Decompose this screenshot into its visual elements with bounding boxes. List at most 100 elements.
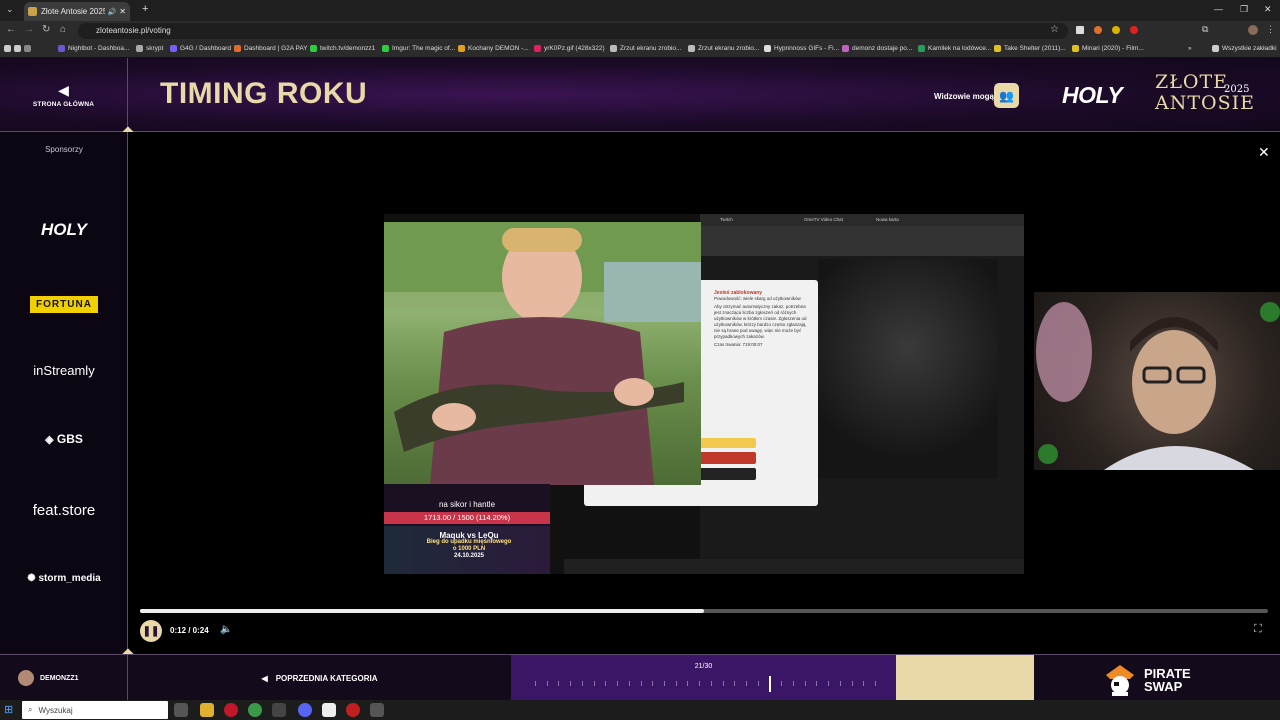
maximize-icon[interactable]: ❐ [1240,4,1248,15]
bookmark-item[interactable]: Take Shelter (2011)... [994,45,1066,52]
category-tick[interactable] [535,681,536,686]
category-tick[interactable] [594,681,595,686]
video-player[interactable]: ✕ Twitch OmeTV Video Chat Nowa karta Jes… [128,132,1280,654]
user-profile[interactable]: DEMONZZ1 [0,655,128,701]
sponsor-stormmedia[interactable]: ✺ storm_media [0,573,128,584]
category-tick[interactable] [723,681,724,686]
category-tick[interactable] [652,681,653,686]
category-tick[interactable] [816,681,817,686]
file-explorer-icon[interactable] [200,703,214,717]
progress-bar[interactable] [140,609,1268,613]
category-tick[interactable] [641,681,642,686]
category-tick[interactable] [687,681,688,686]
extensions-puzzle-icon[interactable]: ⧉ [1202,24,1208,35]
obs-icon[interactable] [370,703,384,717]
category-tick[interactable] [699,681,700,686]
category-tick[interactable] [840,681,841,686]
category-tick[interactable] [781,681,782,686]
extension-icon[interactable] [1112,26,1120,34]
fullscreen-icon[interactable]: ⛶ [1254,623,1262,636]
tab-audio-icon[interactable]: 🔊 [108,8,117,16]
category-tick[interactable] [617,681,618,686]
reload-icon[interactable]: ↻ [42,24,50,35]
category-tick[interactable] [570,681,571,686]
category-tick[interactable] [793,681,794,686]
category-tick[interactable] [605,681,606,686]
category-tick[interactable] [664,681,665,686]
bookmark-item[interactable]: Kochany DEMON -... [458,45,529,52]
next-category-button[interactable] [896,655,1034,701]
opera-icon[interactable] [224,703,238,717]
taskbar-search[interactable]: ⌕ Wyszukaj [22,701,168,719]
all-bookmarks-folder[interactable]: Wszystkie zakładki [1212,45,1277,52]
category-tick[interactable] [547,681,548,686]
sponsor-fortuna[interactable]: FORTUNA [0,294,128,313]
back-icon[interactable]: ← [6,24,16,35]
bookmark-item[interactable]: demonz dostaje po... [842,45,912,52]
tab-close-icon[interactable]: ✕ [119,7,126,16]
bookmark-item[interactable]: skrypt [136,45,163,52]
category-tick[interactable] [875,681,876,686]
category-tick[interactable] [734,681,735,686]
bookmark-item[interactable]: Kamilek na lodówce... [918,45,991,52]
category-tick[interactable] [863,681,864,686]
viewers-button[interactable]: 👥 [994,83,1019,108]
category-tick[interactable] [676,681,677,686]
bookmark-item[interactable]: yrK0Pz.gif (428x322) [534,45,605,52]
sponsor-featstore[interactable]: feat.store [0,502,128,519]
new-tab-icon[interactable]: + [142,3,148,15]
bookmark-item[interactable]: G4G / Dashboard [170,45,231,52]
window-close-icon[interactable]: ✕ [1264,4,1272,15]
discord-icon[interactable] [298,703,312,717]
bookmark-item[interactable]: Nightbot - Dashboa... [58,45,129,52]
home-link[interactable]: ◀ STRONA GŁÓWNA [0,58,128,132]
menu-icon[interactable]: ⋮ [1266,24,1275,35]
volume-icon[interactable]: 🔈 [220,624,232,635]
close-icon[interactable]: ✕ [1258,144,1270,161]
category-tick[interactable] [629,681,630,686]
extension-icon[interactable] [1076,26,1084,34]
category-tick[interactable] [746,681,747,686]
category-tick[interactable] [711,681,712,686]
record-icon[interactable] [1130,26,1138,34]
bookmark-item[interactable]: Zrzut ekranu zrobio... [688,45,759,52]
sponsor-instreamly[interactable]: inStreamly [0,363,128,378]
bookmark-item[interactable]: Hypnnnoss GIFs - Fi... [764,45,839,52]
bookmark-item[interactable]: Imgur: The magic of... [382,45,455,52]
category-tick-current[interactable] [769,676,771,692]
category-tick[interactable] [805,681,806,686]
tab-search-icon[interactable]: ⌄ [6,4,14,15]
bookmark-item[interactable]: Minari (2020) - Film... [1072,45,1144,52]
task-view-icon[interactable] [174,703,188,717]
minimize-icon[interactable]: — [1214,4,1223,14]
app-icon[interactable] [346,703,360,717]
profile-avatar[interactable] [1248,25,1258,35]
category-tick[interactable] [558,681,559,686]
category-tick[interactable] [582,681,583,686]
category-tick[interactable] [852,681,853,686]
pause-button[interactable]: ❚❚ [140,620,162,642]
video-frame[interactable]: Twitch OmeTV Video Chat Nowa karta Jeste… [384,214,1024,574]
extension-icon[interactable] [1094,26,1102,34]
forward-icon[interactable]: → [24,24,34,35]
category-tick[interactable] [828,681,829,686]
url-field[interactable]: zloteantosie.pl/voting [78,23,1068,39]
avatar [18,670,34,686]
apps-icon[interactable] [4,45,31,52]
bookmark-star-icon[interactable]: ☆ [1050,24,1059,35]
previous-category-button[interactable]: ◀ POPRZEDNIA KATEGORIA [128,655,511,701]
bookmark-item[interactable]: twitch.tv/demonzz1 [310,45,375,52]
chrome-icon[interactable] [248,703,262,717]
windows-start-icon[interactable]: ⊞ [4,703,13,716]
browser-tab[interactable]: Złote Antosie 2025 - Najwi 🔊 ✕ [24,2,130,21]
category-tick[interactable] [758,681,759,686]
bookmarks-overflow-icon[interactable]: » [1188,45,1192,52]
sponsor-gbs[interactable]: ◈ GBS [0,432,128,446]
store-icon[interactable] [272,703,286,717]
sponsor-holy[interactable]: HOLY [0,220,128,240]
home-icon[interactable]: ⌂ [60,24,66,35]
bookmark-item[interactable]: Dashboard | G2A PAY [234,45,308,52]
bookmark-item[interactable]: Zrzut ekranu zrobio... [610,45,681,52]
ban-dialog-time: Czas trwania: 719:00:07 [714,342,763,347]
app-icon[interactable] [322,703,336,717]
